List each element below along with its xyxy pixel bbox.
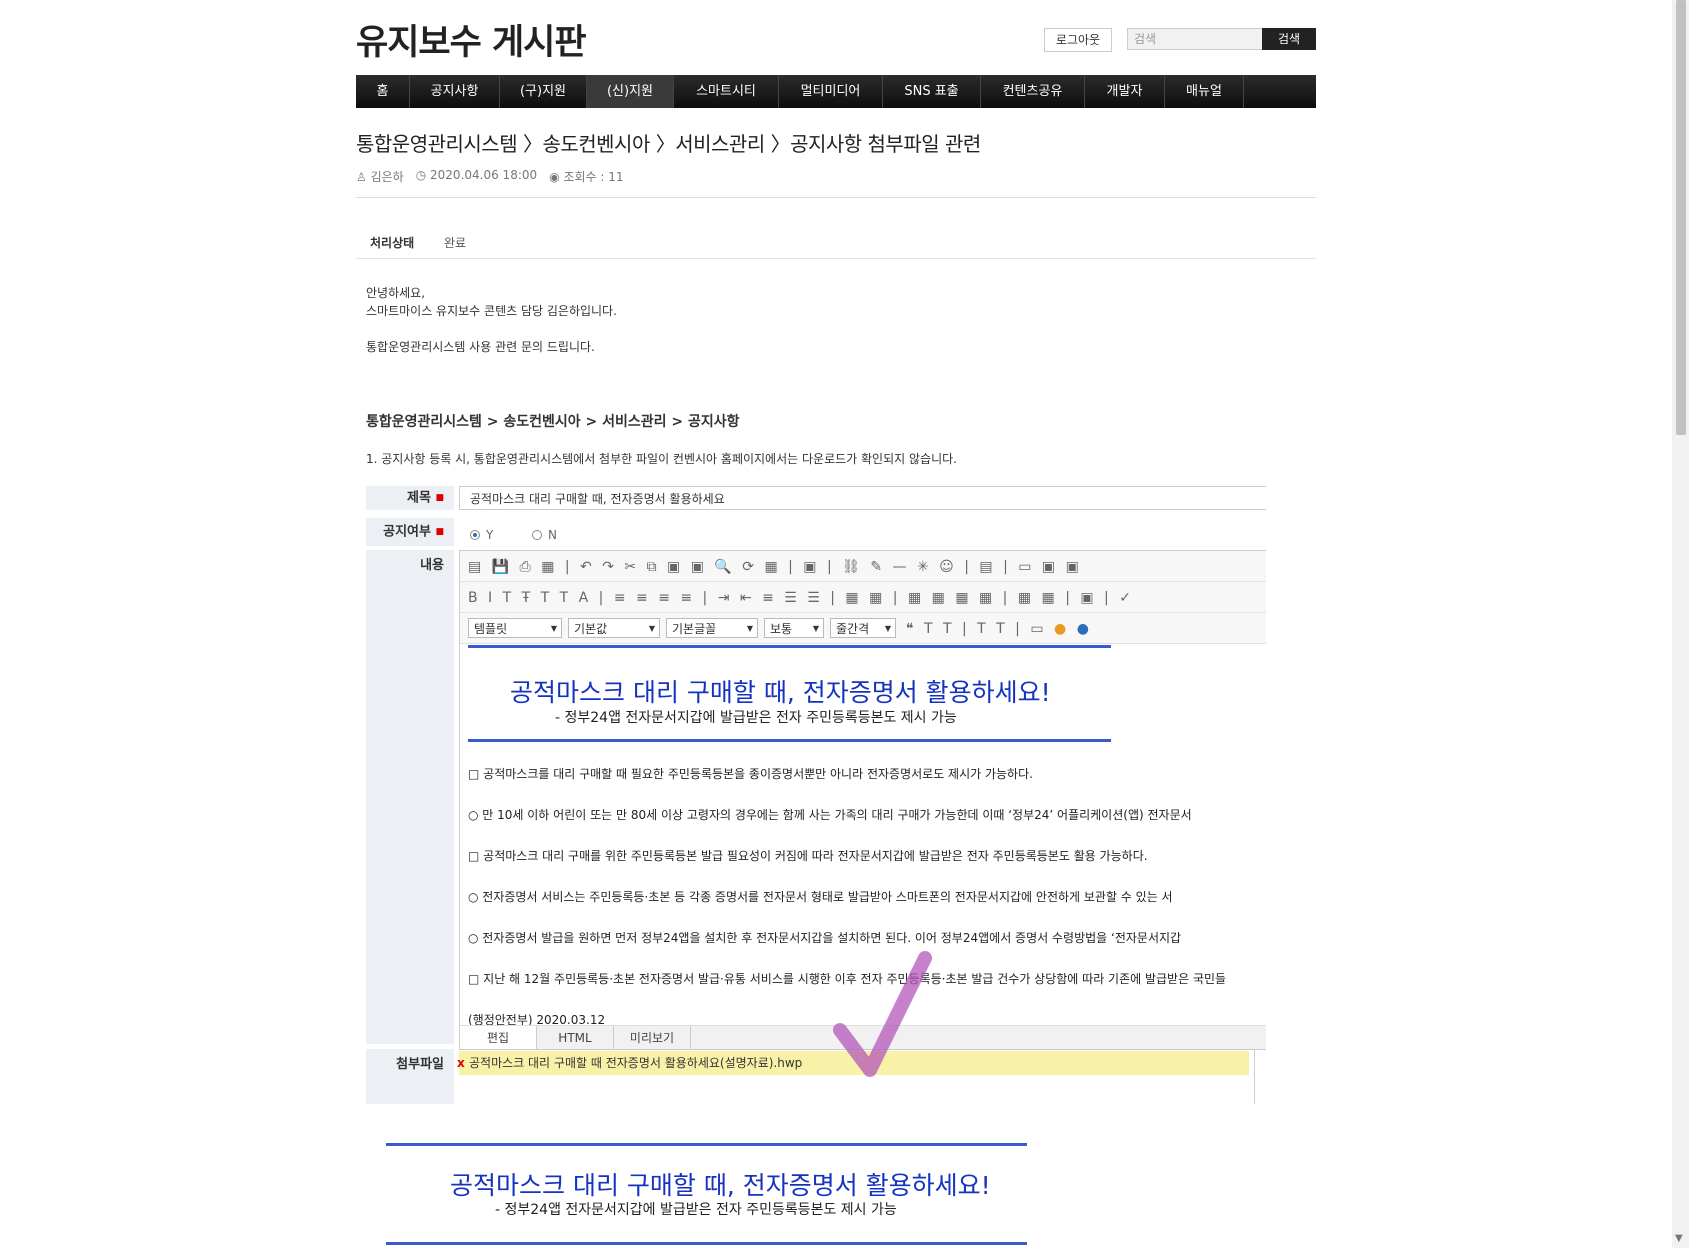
line-spacing-select[interactable]: 줄간격 [830,618,896,639]
search-button[interactable]: 검색 [1262,28,1316,50]
subject-label: 제목 ■ [366,486,454,510]
scrollbar-thumb[interactable] [1676,0,1686,435]
remove-attachment-button[interactable]: x [457,1056,465,1070]
doc-title: 공적마스크 대리 구매할 때, 전자증명서 활용하세요! [510,678,1051,707]
main-nav: 홈 공지사항 (구)지원 (신)지원 스마트시티 멀티미디어 SNS 표출 컨텐… [356,75,1316,108]
doc-line: ○ 만 10세 이하 어린이 또는 만 80세 이상 고령자의 경우에는 함께 … [468,808,1192,822]
post-title: 통합운영관리시스템 〉송도컨벤시아 〉서비스관리 〉공지사항 첨부파일 관련 [356,132,981,156]
editor-toolbar-icons[interactable]: ▤ 💾 ⎙ ▦ | ↶ ↷ ✂ ⧉ ▣ ▣ 🔍 ⟳ ▦ | ▣ | ⛓ ✎ — … [468,559,1082,575]
clock-icon: ◷ [415,168,427,182]
nav-item-new-support[interactable]: (신)지원 [587,75,674,108]
nav-item-smartcity[interactable]: 스마트시티 [674,75,779,108]
doc-rule-top [468,645,1111,648]
body-line: 안녕하세요, [366,286,426,300]
post-meta: ♙ 김은하 ◷ 2020.04.06 18:00 ◉ 조회수 : 11 [356,168,624,185]
doc-line: ○ 전자증명서 발급을 원하면 먼저 정부24앱을 설치한 후 전자문서지갑을 … [468,931,1182,945]
help-icon[interactable]: ● [1054,621,1069,637]
editor-format-icons[interactable]: B I T Ŧ T T A | ≡ ≡ ≡ ≡ | ⇥ ⇤ ≡ ☰ ☰ | ▦ … [468,590,1134,606]
content-label: 내용 [366,550,454,1044]
nav-item-developer[interactable]: 개발자 [1085,75,1165,108]
notice-radio-n[interactable]: N [532,528,557,542]
tab-html[interactable]: HTML [537,1026,614,1049]
attach-side-box [1254,1049,1266,1104]
editor-toolbar-row-3: 템플릿 기본값 기본글꼴 보통 줄간격 ❝ T T | T T | ▭ ● ● [460,613,1266,644]
editor-toolbar-row-2: B I T Ŧ T T A | ≡ ≡ ≡ ≡ | ⇥ ⇤ ≡ ☰ ☰ | ▦ … [460,582,1266,613]
issue-note: 1. 공지사항 등록 시, 통합운영관리시스템에서 첨부한 파일이 컨벤시아 홈… [366,452,957,466]
logout-button[interactable]: 로그아웃 [1044,28,1112,52]
preview-rule-bottom [386,1242,1027,1245]
doc-line: ○ 전자증명서 서비스는 주민등록등·초본 등 각종 증명서를 전자문서 형태로… [468,890,1173,904]
system-path: 통합운영관리시스템 > 송도컨벤시아 > 서비스관리 > 공지사항 [366,414,740,430]
nav-item-multimedia[interactable]: 멀티미디어 [779,75,883,108]
post-body: 안녕하세요, 스마트마이스 유지보수 콘텐츠 담당 김은하입니다. 통합운영관리… [366,284,617,356]
doc-line: □ 공적마스크 대리 구매를 위한 주민등록등본 발급 필요성이 커짐에 따라 … [468,849,1148,863]
template-select[interactable]: 템플릿 [468,618,562,639]
radio-dot-icon [532,530,542,540]
page-scrollbar[interactable]: ▼ [1672,0,1689,1248]
form-screenshot: 제목 ■ 공적마스크 대리 구매할 때, 전자증명서 활용하세요 공지여부 ■ … [366,484,1266,1104]
font-select[interactable]: 기본글꼴 [666,618,758,639]
info-icon[interactable]: ● [1077,621,1092,637]
eye-icon: ◉ [549,170,560,184]
nav-item-notice[interactable]: 공지사항 [410,75,500,108]
doc-subtitle: - 정부24앱 전자문서지갑에 발급받은 전자 주민등록등본도 제시 가능 [555,710,957,726]
preview-subtitle: - 정부24앱 전자문서지갑에 발급받은 전자 주민등록등본도 제시 가능 [495,1202,897,1218]
status-value: 완료 [444,236,467,250]
scroll-down-icon[interactable]: ▼ [1675,1233,1683,1244]
body-line [366,320,617,338]
body-line: 통합운영관리시스템 사용 관련 문의 드립니다. [366,340,595,354]
attach-label: 첨부파일 [366,1049,454,1104]
doc-line: □ 공적마스크를 대리 구매할 때 필요한 주민등록등본을 종이증명서뿐만 아니… [468,767,1033,781]
site-title[interactable]: 유지보수 게시판 [356,14,587,65]
doc-line: (행정안전부) 2020.03.12 [468,1013,606,1025]
tab-preview[interactable]: 미리보기 [614,1026,691,1049]
search-input[interactable]: 검색 [1127,28,1271,50]
editor-extra-icons[interactable]: ❝ T T | T T | ▭ ● ● [906,621,1092,637]
radio-dot-icon [470,530,480,540]
nav-item-manual[interactable]: 매뉴얼 [1165,75,1244,108]
nav-item-contents-share[interactable]: 컨텐츠공유 [981,75,1085,108]
nav-item-home[interactable]: 홈 [356,75,410,108]
style-select[interactable]: 기본값 [568,618,660,639]
divider [356,258,1316,259]
nav-item-old-support[interactable]: (구)지원 [500,75,587,108]
post-datetime: ◷ 2020.04.06 18:00 [415,168,538,182]
notice-radio-y[interactable]: Y [470,528,493,542]
doc-rule-bottom [468,739,1111,742]
nav-item-sns[interactable]: SNS 표출 [883,75,981,108]
body-line: 스마트마이스 유지보수 콘텐츠 담당 김은하입니다. [366,304,617,318]
subject-input[interactable]: 공적마스크 대리 구매할 때, 전자증명서 활용하세요 [459,486,1266,510]
tab-edit[interactable]: 편집 [460,1026,537,1049]
user-icon: ♙ [356,170,367,184]
font-size-select[interactable]: 보통 [764,618,824,639]
divider [356,197,1316,198]
status-label: 처리상태 [370,236,415,250]
preview-rule-top [386,1143,1027,1146]
view-count: ◉ 조회수 : 11 [549,170,624,184]
editor-toolbar-row-1: ▤ 💾 ⎙ ▦ | ↶ ↷ ✂ ⧉ ▣ ▣ 🔍 ⟳ ▦ | ▣ | ⛓ ✎ — … [460,551,1266,582]
author: ♙ 김은하 [356,170,404,184]
preview-title: 공적마스크 대리 구매할 때, 전자증명서 활용하세요! [450,1171,991,1200]
annotation-arrow-icon [833,951,932,1077]
notice-label: 공지여부 ■ [366,518,454,546]
